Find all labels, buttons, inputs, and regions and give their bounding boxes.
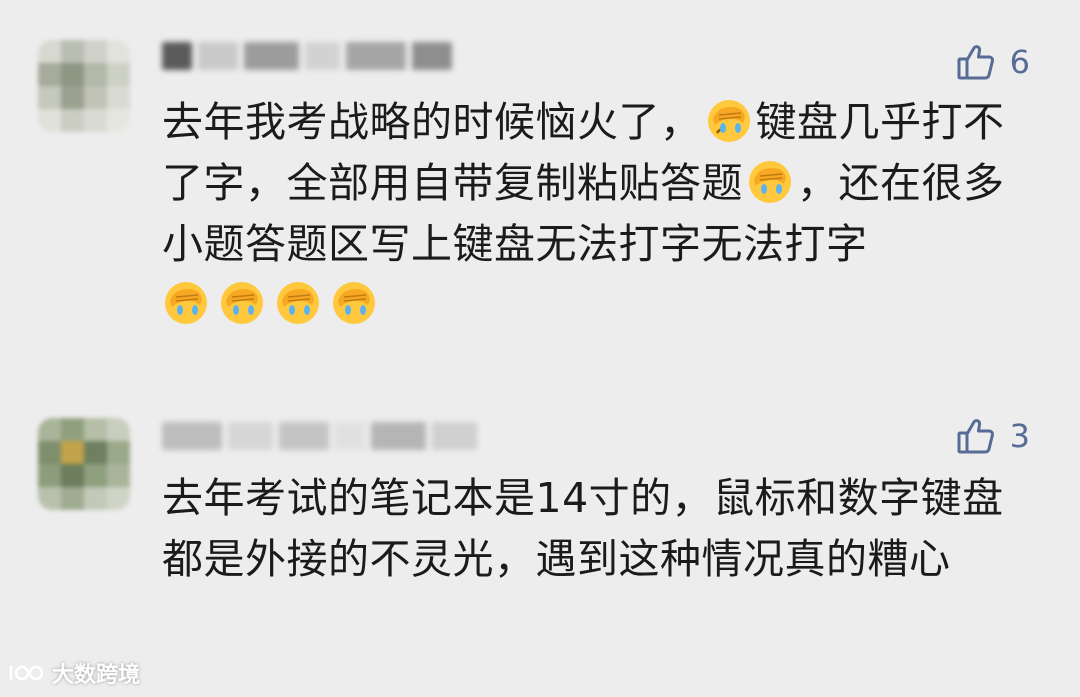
facepalm-crying-emoji (221, 282, 263, 324)
thumbs-up-icon (957, 419, 994, 454)
avatar[interactable] (38, 40, 130, 132)
watermark: 大数跨境 (8, 657, 140, 689)
avatar[interactable] (38, 418, 130, 510)
like-count: 3 (1009, 417, 1030, 455)
facepalm-crying-emoji (165, 282, 207, 324)
comment-item: 3 去年考试的笔记本是14寸的，鼠标和数字键盘都是外接的不灵光，遇到这种情况真的… (0, 360, 1080, 660)
comment-text: 去年考试的笔记本是14寸的，鼠标和数字键盘都是外接的不灵光，遇到这种情况真的糟心 (162, 474, 1004, 583)
like-button[interactable]: 3 (956, 416, 1030, 456)
username-blurred[interactable] (162, 42, 452, 70)
comment-item: 6 去年我考战略的时候恼火了， 键盘几乎打不了字，全部用自带复制粘贴答题 ，还在… (0, 0, 1080, 360)
watermark-logo-icon (9, 665, 44, 681)
emoji-row (162, 279, 1032, 327)
username-blurred[interactable] (162, 422, 482, 450)
facepalm-crying-emoji (333, 282, 375, 324)
like-count: 6 (1009, 43, 1030, 81)
thumbs-up-icon (957, 45, 994, 80)
facepalm-crying-emoji (749, 161, 791, 203)
comment-text: 去年我考战略的时候恼火了， 键盘几乎打不了字，全部用自带复制粘贴答题 ，还在很多… (162, 92, 1032, 327)
like-button[interactable]: 6 (956, 42, 1030, 82)
facepalm-crying-emoji (277, 282, 319, 324)
facepalm-crying-emoji (707, 100, 750, 142)
